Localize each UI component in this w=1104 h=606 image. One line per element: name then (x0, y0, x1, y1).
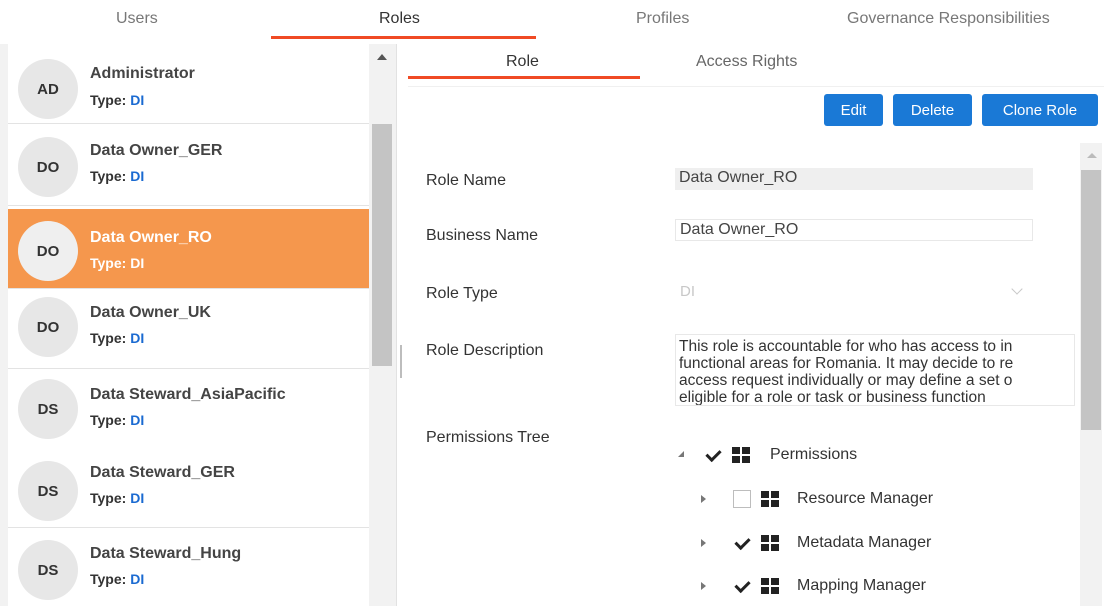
role-description-field[interactable]: This role is accountable for who has acc… (675, 334, 1075, 406)
expand-arrow-icon[interactable] (701, 582, 706, 590)
tree-node-label: Permissions (770, 446, 858, 463)
expand-arrow-icon[interactable] (701, 539, 706, 547)
description-line: This role is accountable for who has acc… (679, 338, 1013, 355)
role-type: Type: DI (90, 255, 144, 271)
role-name: Data Steward_GER (90, 464, 235, 481)
avatar: DO (18, 221, 78, 281)
tree-node-resource-manager[interactable]: Resource Manager (672, 489, 972, 513)
role-type-label: Type: (90, 168, 127, 184)
role-type-label: Type: (90, 490, 127, 506)
role-name: Data Owner_GER (90, 142, 223, 159)
expand-arrow-icon[interactable] (701, 495, 706, 503)
checkbox[interactable] (733, 577, 751, 595)
role-type-value: DI (130, 255, 145, 271)
role-description-label: Role Description (426, 342, 544, 359)
role-name-label: Role Name (426, 172, 507, 189)
tab-access-rights[interactable]: Access Rights (696, 53, 797, 71)
avatar: DS (18, 379, 78, 439)
permission-group-icon (732, 447, 750, 463)
avatar: DS (18, 540, 78, 600)
description-line: access request individually or may defin… (679, 372, 1013, 389)
role-name-field: Data Owner_RO (675, 168, 1033, 190)
business-name-field[interactable]: Data Owner_RO (675, 219, 1033, 241)
delete-button[interactable]: Delete (893, 94, 972, 126)
role-type-label: Type: (90, 412, 127, 428)
role-type: Type: DI (90, 330, 144, 346)
role-name: Administrator (90, 65, 195, 82)
scrollbar-thumb[interactable] (372, 124, 392, 366)
active-subtab-indicator (408, 76, 640, 79)
permission-group-icon (761, 578, 779, 594)
role-type: Type: DI (90, 92, 144, 108)
active-tab-indicator (271, 36, 536, 39)
role-type-value: DI (130, 92, 145, 108)
scroll-up-icon[interactable] (1087, 153, 1097, 158)
role-list: AD Administrator Type: DI DO Data Owner_… (8, 44, 369, 606)
avatar: DS (18, 461, 78, 521)
business-name-label: Business Name (426, 227, 539, 244)
role-type: Type: DI (90, 490, 144, 506)
role-item-data-owner-ro[interactable]: DO Data Owner_RO Type: DI (8, 209, 369, 289)
tab-governance-responsibilities[interactable]: Governance Responsibilities (847, 10, 1050, 28)
role-type-label: Type: (90, 330, 127, 346)
role-item-data-steward-ger[interactable]: DS Data Steward_GER Type: DI (8, 448, 369, 528)
avatar: DO (18, 137, 78, 197)
role-item-data-owner-ger[interactable]: DO Data Owner_GER Type: DI (8, 126, 369, 206)
checkbox[interactable] (733, 534, 751, 552)
tree-node-label: Metadata Manager (797, 534, 932, 551)
role-type-value: DI (130, 168, 145, 184)
permission-group-icon (761, 535, 779, 551)
tree-node-metadata-manager[interactable]: Metadata Manager (672, 533, 972, 557)
description-line: eligible for a role or task or business … (679, 389, 986, 406)
tree-node-label: Mapping Manager (797, 577, 926, 594)
role-type-value: DI (130, 330, 145, 346)
tree-node-mapping-manager[interactable]: Mapping Manager (672, 576, 972, 600)
scroll-up-icon[interactable] (377, 54, 387, 60)
role-name: Data Owner_UK (90, 304, 211, 321)
tab-role[interactable]: Role (506, 53, 539, 71)
role-list-scrollbar[interactable] (369, 44, 396, 606)
tab-profiles[interactable]: Profiles (636, 10, 689, 28)
role-item-data-owner-uk[interactable]: DO Data Owner_UK Type: DI (8, 289, 369, 369)
main-tab-bar: Users Roles Profiles Governance Responsi… (0, 0, 1104, 42)
tree-node-label: Resource Manager (797, 490, 934, 507)
expand-arrow-icon[interactable] (678, 451, 684, 457)
role-item-data-steward-asiapacific[interactable]: DS Data Steward_AsiaPacific Type: DI (8, 370, 369, 450)
permissions-tree-label: Permissions Tree (426, 429, 550, 446)
role-name: Data Steward_AsiaPacific (90, 386, 286, 403)
role-type-label: Type: (90, 255, 127, 271)
tree-node-permissions[interactable]: Permissions (672, 445, 972, 469)
role-type-label: Role Type (426, 285, 498, 302)
role-type: Type: DI (90, 412, 144, 428)
role-type-value: DI (130, 490, 145, 506)
avatar: AD (18, 59, 78, 119)
tab-users[interactable]: Users (116, 10, 158, 28)
role-item-data-steward-hung[interactable]: DS Data Steward_Hung Type: DI (8, 528, 369, 606)
tab-roles[interactable]: Roles (379, 10, 420, 28)
role-list-panel: AD Administrator Type: DI DO Data Owner_… (0, 44, 397, 606)
role-type-value: DI (130, 412, 145, 428)
checkbox[interactable] (704, 446, 722, 464)
scrollbar-thumb[interactable] (1081, 170, 1101, 430)
description-line: functional areas for Romania. It may dec… (679, 355, 1014, 372)
role-type: Type: DI (90, 571, 144, 587)
role-type-label: Type: (90, 571, 127, 587)
panel-splitter-handle[interactable] (400, 345, 402, 378)
avatar: DO (18, 297, 78, 357)
role-item-administrator[interactable]: AD Administrator Type: DI (8, 44, 369, 124)
edit-button[interactable]: Edit (824, 94, 883, 126)
details-scrollbar[interactable] (1080, 143, 1102, 606)
role-type: Type: DI (90, 168, 144, 184)
role-type-value: DI (130, 571, 145, 587)
checkbox[interactable] (733, 490, 751, 508)
role-name: Data Steward_Hung (90, 545, 242, 562)
role-type-label: Type: (90, 92, 127, 108)
permission-group-icon (761, 491, 779, 507)
role-name: Data Owner_RO (90, 229, 212, 246)
role-type-select[interactable]: DI (675, 281, 1033, 305)
clone-role-button[interactable]: Clone Role (982, 94, 1098, 126)
